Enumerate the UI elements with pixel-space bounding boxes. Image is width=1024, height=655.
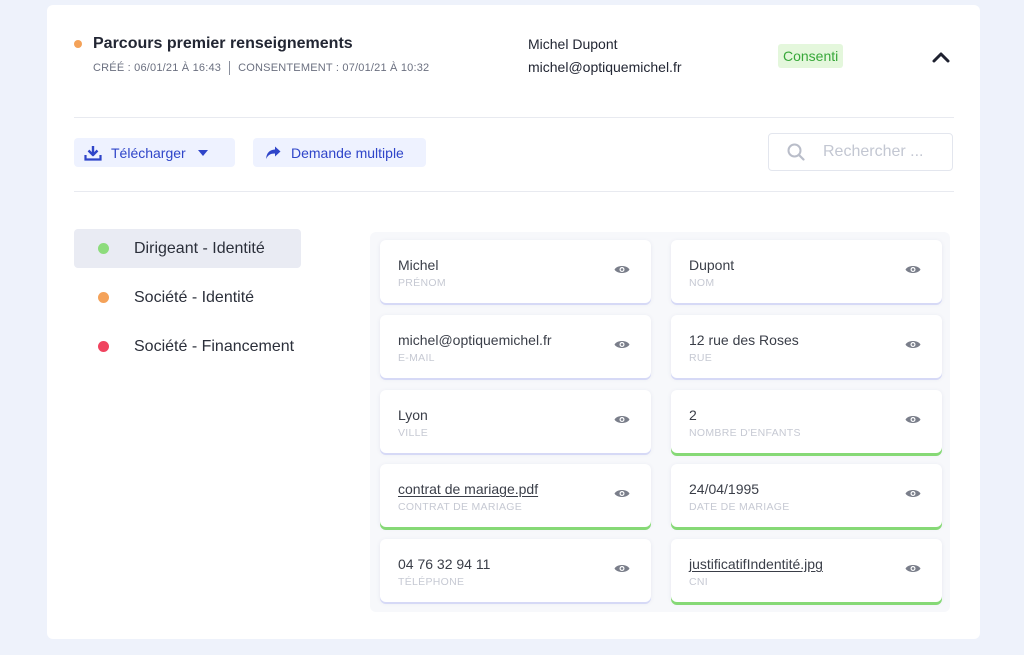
download-icon bbox=[84, 145, 102, 161]
field-label: PRÉNOM bbox=[398, 277, 446, 289]
user-name: Michel Dupont bbox=[528, 36, 618, 52]
user-email: michel@optiquemichel.fr bbox=[528, 59, 682, 75]
category-label: Société - Financement bbox=[134, 337, 295, 355]
field-value: 2 bbox=[689, 407, 697, 423]
field-label: RUE bbox=[689, 352, 713, 364]
field-rue: 12 rue des Roses RUE bbox=[671, 315, 942, 378]
field-contrat-mariage: contrat de mariage.pdf CONTRAT DE MARIAG… bbox=[380, 464, 651, 527]
chevron-up-icon[interactable] bbox=[931, 49, 951, 65]
field-label: TÉLÉPHONE bbox=[398, 576, 465, 588]
request-meta: CRÉÉ : 06/01/21 À 16:43 CONSENTEMENT : 0… bbox=[93, 61, 429, 75]
eye-icon[interactable] bbox=[905, 488, 921, 499]
field-value: 12 rue des Roses bbox=[689, 332, 799, 348]
eye-icon[interactable] bbox=[614, 414, 630, 425]
caret-down-icon[interactable] bbox=[197, 149, 208, 156]
field-telephone: 04 76 32 94 11 TÉLÉPHONE bbox=[380, 539, 651, 602]
created-date: CRÉÉ : 06/01/21 À 16:43 bbox=[93, 62, 222, 74]
category-status-dot bbox=[98, 292, 109, 303]
search-input[interactable] bbox=[823, 143, 943, 161]
share-arrow-icon bbox=[266, 146, 281, 159]
request-card: Parcours premier renseignements CRÉÉ : 0… bbox=[47, 5, 980, 639]
category-status-dot bbox=[98, 341, 109, 352]
eye-icon[interactable] bbox=[614, 488, 630, 499]
category-societe-financement[interactable]: Société - Financement bbox=[74, 327, 301, 366]
eye-icon[interactable] bbox=[905, 339, 921, 350]
multiple-request-button[interactable]: Demande multiple bbox=[253, 138, 426, 167]
field-value: Michel bbox=[398, 257, 439, 273]
search-box[interactable] bbox=[768, 133, 953, 171]
toolbar-divider bbox=[74, 191, 954, 192]
field-cni: justificatifIndentité.jpg CNI bbox=[671, 539, 942, 602]
category-status-dot bbox=[98, 243, 109, 254]
field-label: CNI bbox=[689, 576, 708, 588]
eye-icon[interactable] bbox=[614, 563, 630, 574]
field-nombre-enfants: 2 NOMBRE D'ENFANTS bbox=[671, 390, 942, 453]
meta-divider bbox=[229, 61, 231, 75]
eye-icon[interactable] bbox=[905, 563, 921, 574]
field-label: E-MAIL bbox=[398, 352, 435, 364]
eye-icon[interactable] bbox=[614, 339, 630, 350]
consent-date: CONSENTEMENT : 07/01/21 À 10:32 bbox=[238, 62, 430, 74]
field-value: 04 76 32 94 11 bbox=[398, 556, 491, 572]
header-divider bbox=[74, 117, 954, 118]
category-societe-identite[interactable]: Société - Identité bbox=[74, 278, 301, 317]
field-label: CONTRAT DE MARIAGE bbox=[398, 501, 523, 513]
status-badge: Consenti bbox=[778, 44, 844, 68]
field-value: Dupont bbox=[689, 257, 735, 273]
field-label: DATE DE MARIAGE bbox=[689, 501, 790, 513]
search-icon bbox=[787, 143, 805, 161]
field-value: michel@optiquemichel.fr bbox=[398, 332, 552, 348]
category-dirigeant-identite[interactable]: Dirigeant - Identité bbox=[74, 229, 301, 268]
page-title: Parcours premier renseignements bbox=[93, 35, 353, 52]
eye-icon[interactable] bbox=[905, 264, 921, 275]
field-value: Lyon bbox=[398, 407, 428, 423]
field-prenom: Michel PRÉNOM bbox=[380, 240, 651, 303]
multiple-request-label: Demande multiple bbox=[291, 144, 404, 161]
download-button[interactable]: Télécharger bbox=[74, 138, 235, 167]
eye-icon[interactable] bbox=[905, 414, 921, 425]
field-nom: Dupont NOM bbox=[671, 240, 942, 303]
request-header[interactable]: Parcours premier renseignements CRÉÉ : 0… bbox=[47, 5, 980, 117]
download-label: Télécharger bbox=[111, 144, 186, 161]
field-email: michel@optiquemichel.fr E-MAIL bbox=[380, 315, 651, 378]
field-ville: Lyon VILLE bbox=[380, 390, 651, 453]
field-date-mariage: 24/04/1995 DATE DE MARIAGE bbox=[671, 464, 942, 527]
field-label: VILLE bbox=[398, 427, 429, 439]
field-value: 24/04/1995 bbox=[689, 481, 760, 497]
eye-icon[interactable] bbox=[614, 264, 630, 275]
status-dot bbox=[74, 40, 82, 48]
file-link[interactable]: contrat de mariage.pdf bbox=[398, 481, 538, 497]
field-label: NOMBRE D'ENFANTS bbox=[689, 427, 801, 439]
file-link[interactable]: justificatifIndentité.jpg bbox=[689, 556, 823, 572]
category-label: Société - Identité bbox=[134, 288, 255, 306]
category-label: Dirigeant - Identité bbox=[134, 239, 265, 257]
field-label: NOM bbox=[689, 277, 715, 289]
